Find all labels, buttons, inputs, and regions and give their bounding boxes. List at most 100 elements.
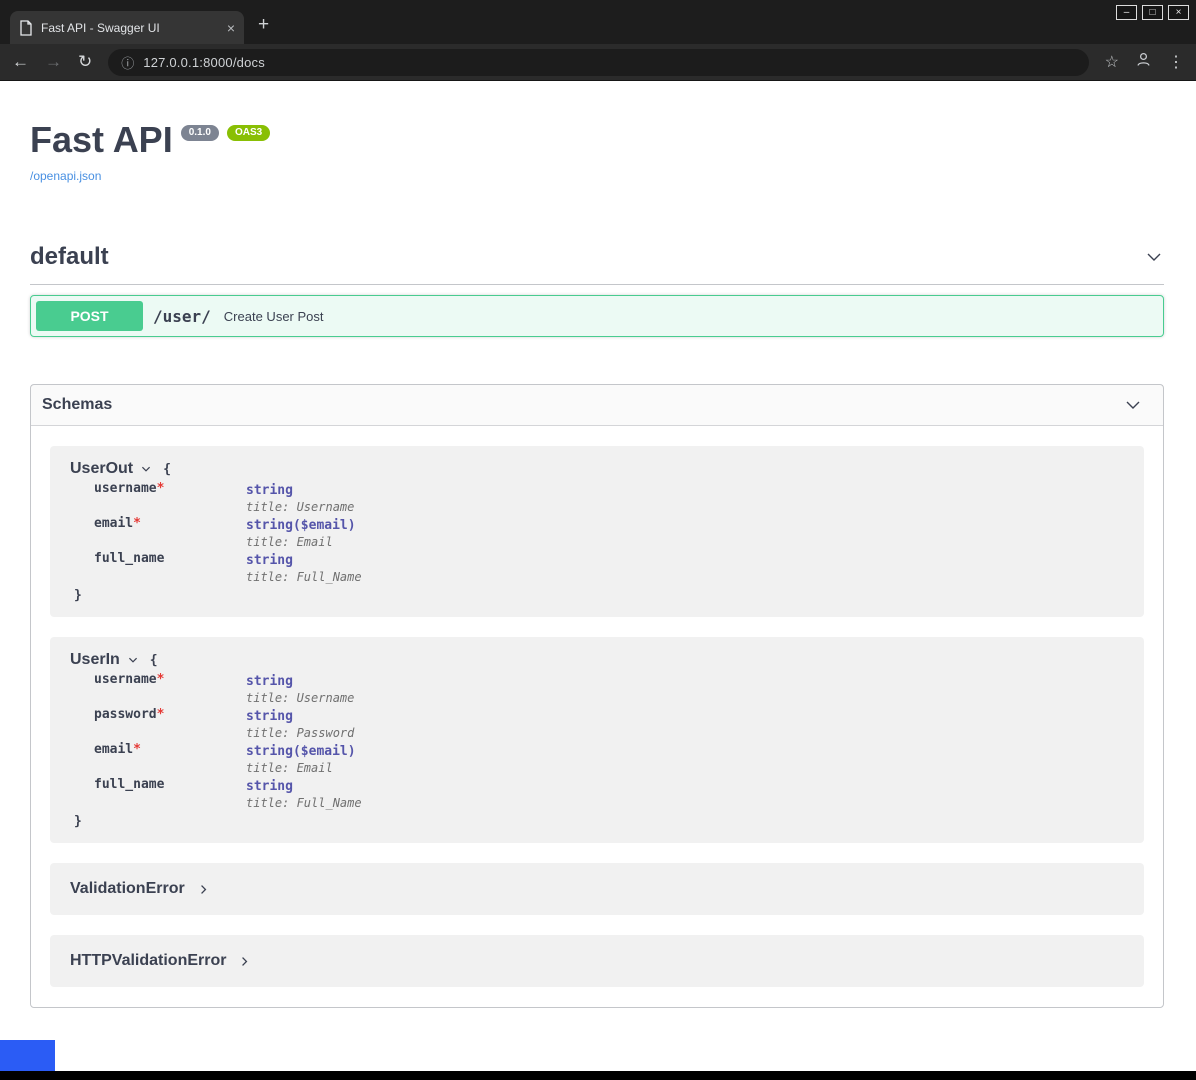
oas3-badge: OAS3	[227, 125, 270, 141]
property-format: ($email)	[293, 744, 356, 759]
chevron-down-icon[interactable]	[1144, 247, 1164, 267]
property-title: title: Email	[246, 761, 356, 775]
schema-property: full_name string title: Full_Name	[94, 777, 1124, 810]
schema-property: email* string($email) title: Email	[94, 516, 1124, 549]
model-httpvalidationerror[interactable]: HTTPValidationError	[50, 935, 1144, 987]
model-validationerror[interactable]: ValidationError	[50, 863, 1144, 915]
chevron-down-icon[interactable]	[140, 463, 152, 475]
maximize-button[interactable]: □	[1142, 5, 1163, 20]
tab-close-icon[interactable]: ×	[227, 21, 235, 35]
endpoint-path: /user/	[153, 307, 211, 326]
model-properties: username* string title: Username passwor…	[94, 672, 1124, 810]
tag-title: default	[30, 243, 109, 271]
required-star: *	[133, 516, 141, 531]
property-type: string	[246, 744, 293, 759]
model-name: HTTPValidationError	[70, 952, 226, 970]
reload-icon[interactable]: ↻	[78, 52, 92, 72]
swagger-page: Fast API 0.1.0 OAS3 /openapi.json defaul…	[0, 81, 1196, 1008]
api-info: Fast API 0.1.0 OAS3 /openapi.json	[30, 81, 1164, 185]
tab-title: Fast API - Swagger UI	[41, 21, 219, 35]
window-bottom-edge	[0, 1071, 1196, 1080]
titlebar: Fast API - Swagger UI × + – □ ×	[0, 0, 1196, 44]
schemas-header[interactable]: Schemas	[31, 385, 1163, 426]
brace-open: {	[150, 653, 158, 668]
browser-tab[interactable]: Fast API - Swagger UI ×	[10, 11, 244, 44]
property-name: email	[94, 516, 133, 531]
model-userin-toggle[interactable]: UserIn {	[70, 651, 1124, 669]
window-controls: – □ ×	[1116, 5, 1189, 20]
page-icon	[19, 20, 33, 36]
chevron-down-icon[interactable]	[1123, 395, 1143, 415]
property-title: title: Email	[246, 535, 356, 549]
browser-toolbar: ← → ↻ ⓘ 127.0.0.1:8000/docs ☆ ⋮	[0, 44, 1196, 81]
version-badge: 0.1.0	[181, 125, 219, 141]
minimize-button[interactable]: –	[1116, 5, 1137, 20]
property-type: string	[246, 709, 293, 724]
new-tab-button[interactable]: +	[258, 14, 269, 36]
endpoint-post-user[interactable]: POST /user/ Create User Post	[30, 295, 1164, 337]
property-type: string	[246, 518, 293, 533]
schemas-body: UserOut { username* string ti	[31, 426, 1163, 1007]
model-name: UserIn	[70, 651, 120, 669]
model-name: ValidationError	[70, 880, 185, 898]
back-icon[interactable]: ←	[12, 52, 29, 72]
tag-default[interactable]: default	[30, 243, 1164, 285]
chevron-right-icon[interactable]	[238, 955, 251, 968]
model-userout-toggle[interactable]: UserOut {	[70, 460, 1124, 478]
property-name: username	[94, 481, 157, 496]
required-star: *	[157, 481, 165, 496]
chevron-right-icon[interactable]	[197, 883, 210, 896]
schema-property: password* string title: Password	[94, 707, 1124, 740]
brace-close: }	[74, 814, 1124, 829]
brace-close: }	[74, 588, 1124, 603]
schema-property: email* string($email) title: Email	[94, 742, 1124, 775]
close-button[interactable]: ×	[1168, 5, 1189, 20]
chevron-down-icon[interactable]	[127, 654, 139, 666]
forward-icon[interactable]: →	[45, 52, 62, 72]
status-bubble	[0, 1040, 55, 1071]
required-star: *	[157, 707, 165, 722]
property-title: title: Password	[246, 726, 354, 740]
schemas-title: Schemas	[42, 396, 112, 414]
api-title: Fast API	[30, 119, 173, 160]
property-name: password	[94, 707, 157, 722]
schema-property: full_name string title: Full_Name	[94, 551, 1124, 584]
property-type: string	[246, 674, 293, 689]
property-title: title: Full_Name	[246, 570, 362, 584]
model-name: UserOut	[70, 460, 133, 478]
property-title: title: Username	[246, 500, 354, 514]
property-name: full_name	[94, 551, 164, 566]
brace-open: {	[163, 462, 171, 477]
required-star: *	[133, 742, 141, 757]
schemas-section: Schemas UserOut {	[30, 384, 1164, 1008]
model-userin: UserIn { username* string tit	[50, 637, 1144, 843]
property-name: full_name	[94, 777, 164, 792]
url-path: /docs	[233, 55, 265, 70]
address-bar[interactable]: ⓘ 127.0.0.1:8000/docs	[108, 49, 1088, 76]
property-type: string	[246, 779, 293, 794]
property-name: username	[94, 672, 157, 687]
url-text: 127.0.0.1:8000/docs	[143, 55, 265, 70]
bookmark-star-icon[interactable]: ☆	[1105, 52, 1119, 72]
url-host: 127.0.0.1:8000	[143, 55, 233, 70]
property-title: title: Full_Name	[246, 796, 362, 810]
profile-icon[interactable]	[1135, 51, 1152, 73]
menu-dots-icon[interactable]: ⋮	[1168, 52, 1184, 72]
toolbar-right: ☆ ⋮	[1105, 51, 1184, 73]
model-properties: username* string title: Username email* …	[94, 481, 1124, 584]
property-name: email	[94, 742, 133, 757]
tag-section: default POST /user/ Create User Post	[30, 243, 1164, 337]
method-badge: POST	[36, 301, 143, 331]
property-type: string	[246, 553, 293, 568]
schema-property: username* string title: Username	[94, 481, 1124, 514]
endpoint-summary: Create User Post	[224, 309, 324, 324]
browser-window: Fast API - Swagger UI × + – □ × ← → ↻ ⓘ …	[0, 0, 1196, 1080]
required-star: *	[157, 672, 165, 687]
model-userout: UserOut { username* string ti	[50, 446, 1144, 617]
openapi-json-link[interactable]: /openapi.json	[30, 169, 101, 183]
property-type: string	[246, 483, 293, 498]
info-icon[interactable]: ⓘ	[121, 53, 134, 72]
property-title: title: Username	[246, 691, 354, 705]
schema-property: username* string title: Username	[94, 672, 1124, 705]
property-format: ($email)	[293, 518, 356, 533]
